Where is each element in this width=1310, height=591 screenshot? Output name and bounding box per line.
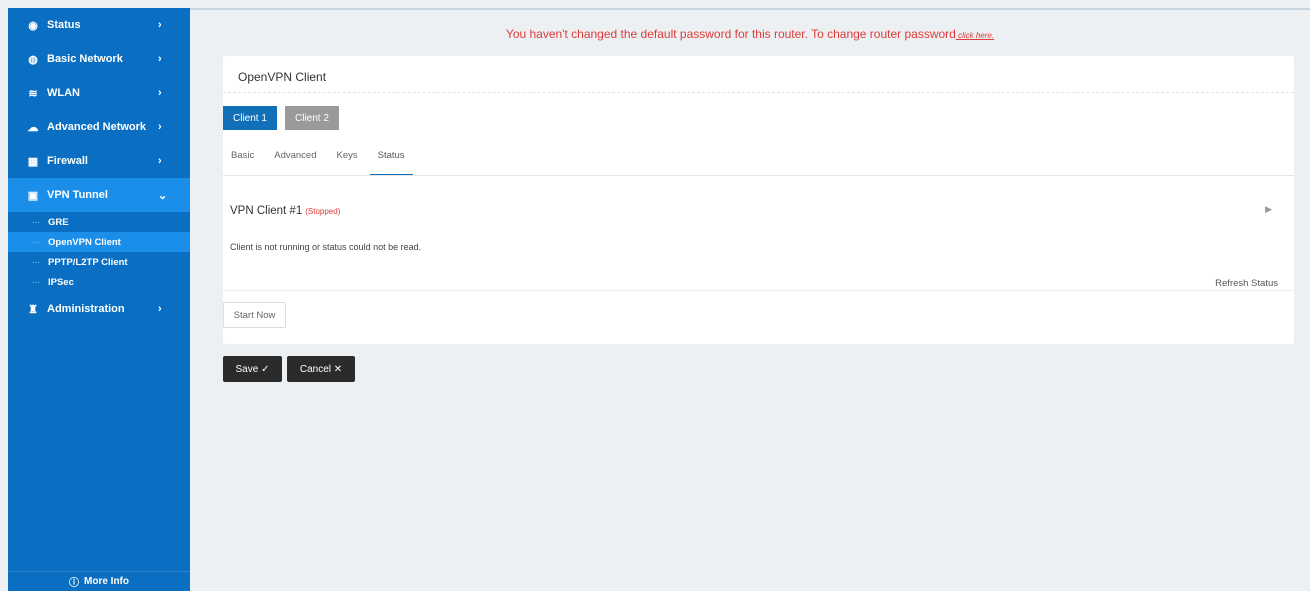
- subnav-pptp-l2tp-client[interactable]: ⋯ PPTP/L2TP Client: [8, 252, 190, 272]
- expand-arrow-icon[interactable]: ▶: [1265, 204, 1272, 215]
- sidebar: ◉ Status › ◍ Basic Network › ≋ WLAN › ☁ …: [8, 8, 190, 591]
- nav-advanced-network-label: Advanced Network: [47, 121, 147, 133]
- more-info-link[interactable]: ⓘ More Info: [8, 571, 190, 591]
- save-button[interactable]: Save ✓: [223, 356, 282, 382]
- tab-bar: Basic Advanced Keys Status: [223, 150, 417, 176]
- default-password-warning: You haven't changed the default password…: [190, 27, 1310, 41]
- refresh-status-link[interactable]: Refresh Status: [1215, 278, 1278, 289]
- dots-icon: ⋯: [32, 217, 40, 227]
- vpn-icon: ▣: [27, 189, 39, 202]
- chevron-right-icon: ›: [158, 303, 162, 315]
- wifi-icon: ≋: [28, 87, 38, 100]
- nav-administration-label: Administration: [47, 303, 125, 315]
- chevron-right-icon: ›: [158, 19, 162, 31]
- chevron-right-icon: ›: [158, 87, 162, 99]
- more-info-label: More Info: [84, 576, 129, 587]
- subnav-ipsec[interactable]: ⋯ IPSec: [8, 272, 190, 292]
- subnav-ipsec-label: IPSec: [48, 276, 74, 288]
- nav-firewall[interactable]: ▦ Firewall ›: [8, 144, 190, 178]
- nav-vpn-tunnel[interactable]: ▣ VPN Tunnel ⌄: [8, 178, 190, 212]
- nav-advanced-network[interactable]: ☁ Advanced Network ›: [8, 110, 190, 144]
- tab-basic[interactable]: Basic: [223, 150, 262, 176]
- chevron-right-icon: ›: [158, 155, 162, 167]
- nav-basic-network[interactable]: ◍ Basic Network ›: [8, 42, 190, 76]
- openvpn-card: OpenVPN Client Client 1 Client 2 Basic A…: [223, 56, 1294, 344]
- tab-advanced[interactable]: Advanced: [266, 150, 324, 176]
- nav-administration[interactable]: ♜ Administration ›: [8, 292, 190, 326]
- tab-status[interactable]: Status: [369, 150, 413, 176]
- client-status-message: Client is not running or status could no…: [230, 242, 422, 252]
- subnav-gre-label: GRE: [48, 216, 69, 228]
- top-divider: [190, 8, 1310, 10]
- nav-status[interactable]: ◉ Status ›: [8, 8, 190, 42]
- status-badge: (Stopped): [305, 207, 341, 216]
- section-divider: [223, 290, 1294, 291]
- chevron-right-icon: ›: [158, 121, 162, 133]
- cloud-icon: ☁: [27, 121, 39, 134]
- nav-vpn-tunnel-label: VPN Tunnel: [47, 189, 108, 201]
- warning-text: You haven't changed the default password…: [505, 27, 956, 41]
- nav-wlan[interactable]: ≋ WLAN ›: [8, 76, 190, 110]
- admin-icon: ♜: [28, 303, 38, 316]
- subnav-gre[interactable]: ⋯ GRE: [8, 212, 190, 232]
- nav-status-label: Status: [47, 19, 81, 31]
- card-title: OpenVPN Client: [238, 70, 327, 84]
- cancel-button[interactable]: Cancel ✕: [287, 356, 355, 382]
- dots-icon: ⋯: [32, 277, 40, 287]
- nav-firewall-label: Firewall: [47, 155, 88, 167]
- dots-icon: ⋯: [32, 257, 40, 267]
- tabs-divider: [223, 175, 1294, 176]
- subnav-pptp-l2tp-client-label: PPTP/L2TP Client: [48, 256, 128, 268]
- chevron-right-icon: ›: [158, 53, 162, 65]
- vpn-subnav: ⋯ GRE ⋯ OpenVPN Client ⋯ PPTP/L2TP Clien…: [8, 212, 190, 292]
- nav-wlan-label: WLAN: [47, 87, 80, 99]
- change-password-link[interactable]: click here.: [956, 31, 994, 40]
- globe-icon: ◍: [28, 53, 38, 66]
- nav-basic-network-label: Basic Network: [47, 53, 123, 65]
- vpn-client-heading: VPN Client #1 (Stopped): [230, 205, 340, 217]
- firewall-icon: ▦: [27, 155, 39, 168]
- info-icon: ⓘ: [69, 578, 79, 589]
- subnav-openvpn-client-label: OpenVPN Client: [48, 236, 121, 248]
- vpn-client-title: VPN Client #1: [230, 205, 303, 217]
- title-divider: [223, 92, 1294, 93]
- client-1-button[interactable]: Client 1: [223, 106, 277, 130]
- subnav-openvpn-client[interactable]: ⋯ OpenVPN Client: [8, 232, 190, 252]
- tab-keys[interactable]: Keys: [329, 150, 366, 176]
- eye-icon: ◉: [28, 19, 38, 32]
- chevron-down-icon: ⌄: [158, 189, 168, 202]
- client-2-button[interactable]: Client 2: [285, 106, 339, 130]
- dots-icon: ⋯: [32, 237, 40, 247]
- start-now-button[interactable]: Start Now: [223, 302, 286, 328]
